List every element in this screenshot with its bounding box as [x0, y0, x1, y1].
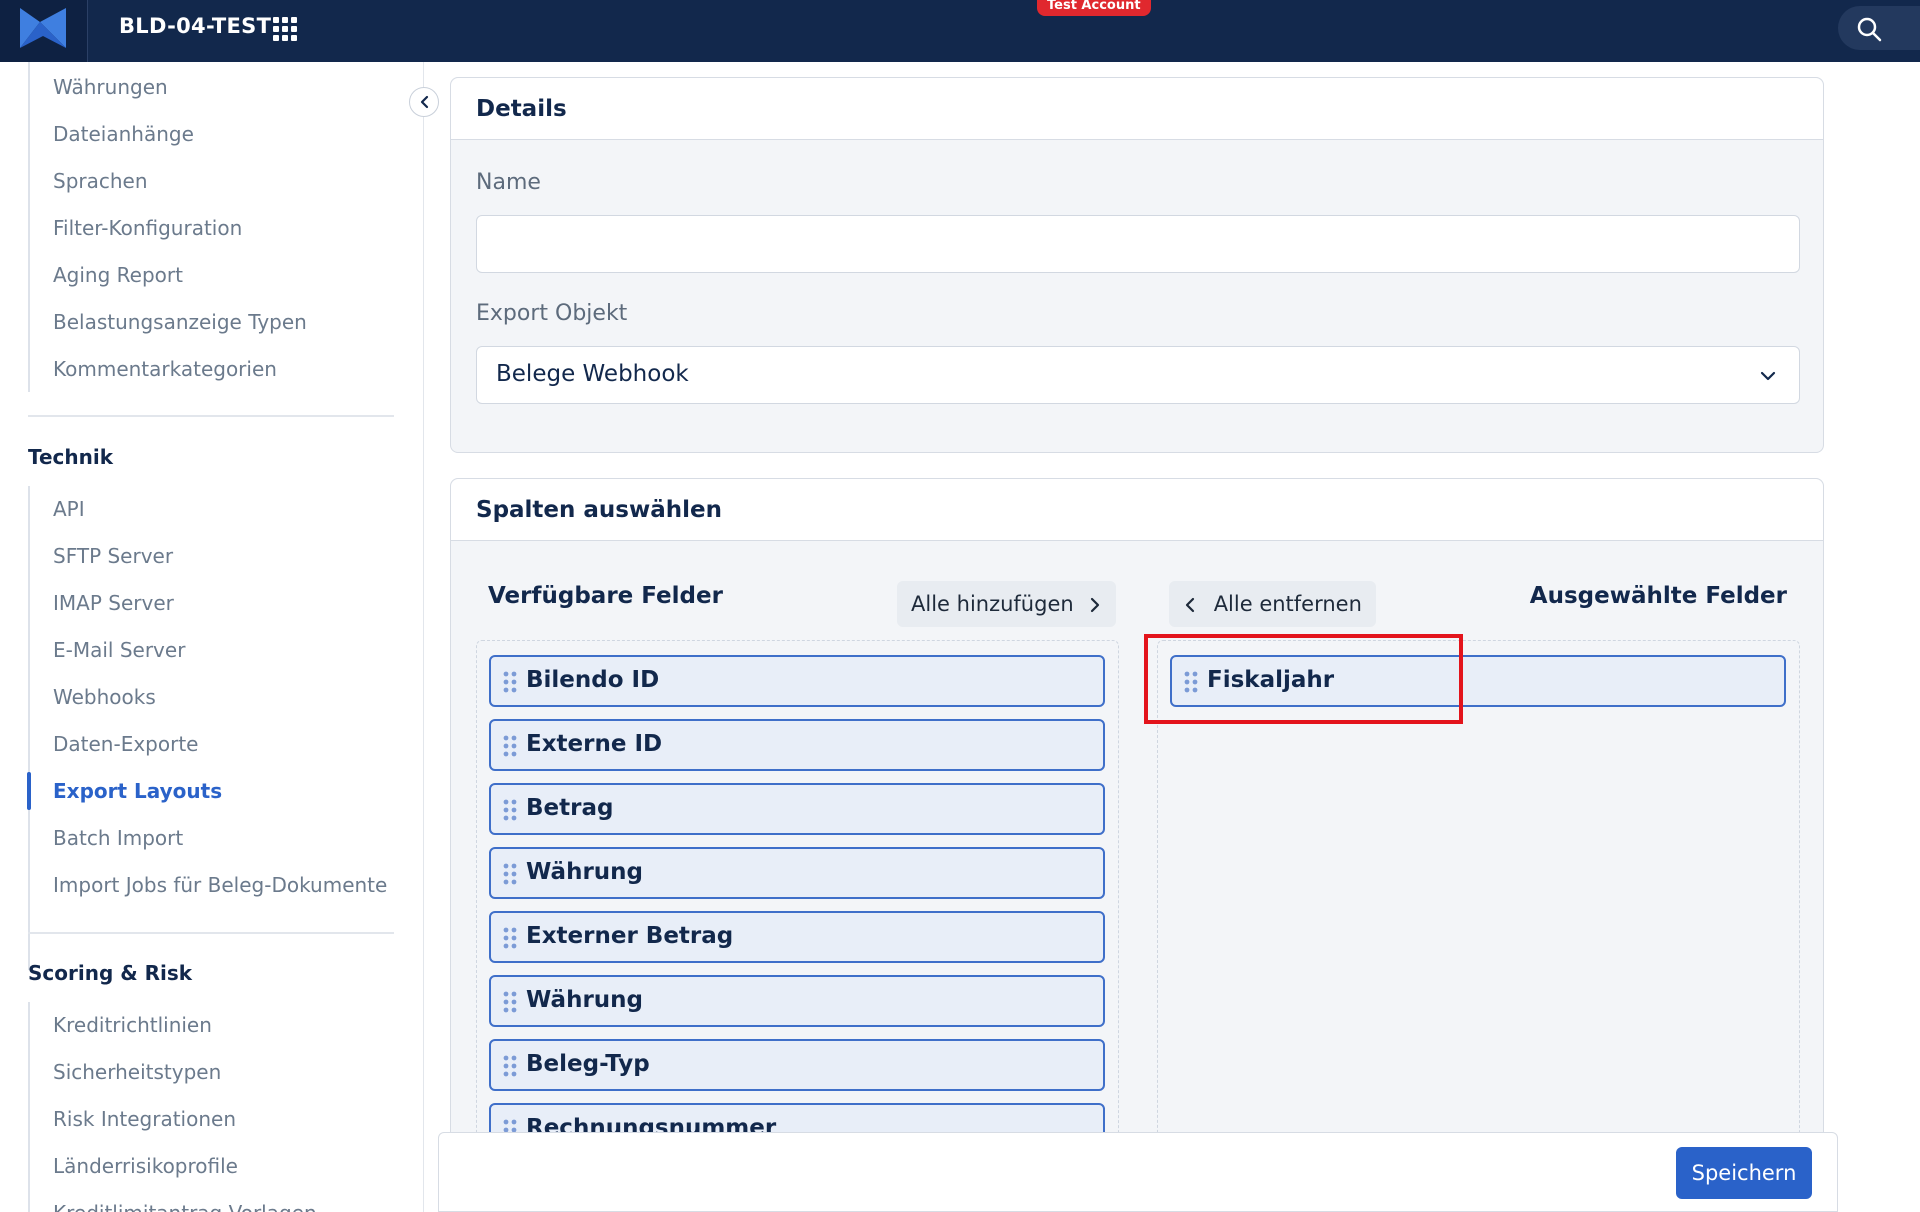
sidebar-item-email-server[interactable]: E-Mail Server: [53, 638, 185, 662]
sidebar-collapse-button[interactable]: [409, 87, 439, 117]
sidebar-rail: [28, 486, 30, 970]
selected-fields-title: Ausgewählte Felder: [1529, 583, 1787, 609]
available-field-chip[interactable]: Währung: [489, 847, 1105, 899]
sidebar-divider: [28, 932, 394, 934]
sidebar-item-kreditrichtlinien[interactable]: Kreditrichtlinien: [53, 1013, 212, 1037]
drag-handle-icon: [503, 991, 517, 1013]
name-label: Name: [476, 170, 541, 195]
grid-apps-icon[interactable]: [272, 16, 298, 42]
available-field-chip[interactable]: Externer Betrag: [489, 911, 1105, 963]
sidebar-item-sftp-server[interactable]: SFTP Server: [53, 544, 173, 568]
field-label: Bilendo ID: [526, 667, 660, 693]
sidebar-item-dateianhaenge[interactable]: Dateianhänge: [53, 122, 194, 146]
sidebar-item-filter-konfiguration[interactable]: Filter-Konfiguration: [53, 216, 242, 240]
test-account-badge: Test Account: [1037, 0, 1151, 16]
sidebar-item-aging-report[interactable]: Aging Report: [53, 263, 183, 287]
search-icon: [1857, 17, 1882, 42]
columns-panel: Spalten auswählen Verfügbare Felder Alle…: [450, 478, 1824, 1198]
sidebar-item-risk-integrationen[interactable]: Risk Integrationen: [53, 1107, 236, 1131]
sidebar-item-sicherheitstypen[interactable]: Sicherheitstypen: [53, 1060, 221, 1084]
chevron-down-icon: [1760, 371, 1776, 381]
sidebar-rail: [28, 62, 30, 392]
field-label: Währung: [526, 987, 643, 1013]
details-panel: Details Name Export Objekt Belege Webhoo…: [450, 77, 1824, 453]
sidebar-item-batch-import[interactable]: Batch Import: [53, 826, 183, 850]
remove-all-label: Alle entfernen: [1213, 592, 1362, 616]
sidebar-heading-technik: Technik: [28, 445, 114, 469]
sidebar-active-indicator: [27, 772, 31, 810]
remove-all-button[interactable]: Alle entfernen: [1169, 581, 1376, 627]
sidebar-heading-scoring-risk: Scoring & Risk: [28, 961, 193, 985]
sidebar-item-imap-server[interactable]: IMAP Server: [53, 591, 174, 615]
available-field-chip[interactable]: Externe ID: [489, 719, 1105, 771]
available-field-chip[interactable]: Währung: [489, 975, 1105, 1027]
add-all-label: Alle hinzufügen: [911, 592, 1074, 616]
sidebar-item-api[interactable]: API: [53, 497, 85, 521]
chevron-right-icon: [1091, 597, 1100, 613]
available-fields-list[interactable]: Bilendo ID Externe ID Betrag Währung Ext…: [476, 640, 1119, 1140]
field-label: Externer Betrag: [526, 923, 734, 949]
sidebar-item-daten-exporte[interactable]: Daten-Exporte: [53, 732, 198, 756]
details-title: Details: [451, 78, 1823, 140]
drag-handle-icon: [503, 863, 517, 885]
field-label: Externe ID: [526, 731, 663, 757]
field-label: Beleg-Typ: [526, 1051, 650, 1077]
sidebar-item-belastungsanzeige-typen[interactable]: Belastungsanzeige Typen: [53, 310, 307, 334]
available-field-chip[interactable]: Beleg-Typ: [489, 1039, 1105, 1091]
bilendo-logo-icon: [20, 8, 66, 48]
export-object-select[interactable]: Belege Webhook: [476, 346, 1800, 404]
chevron-left-icon: [420, 95, 429, 109]
sidebar-item-kreditlimitantrag-vorlagen[interactable]: Kreditlimitantrag Vorlagen: [53, 1201, 317, 1212]
sidebar-item-laenderrisikoprofile[interactable]: Länderrisikoprofile: [53, 1154, 238, 1178]
logo[interactable]: [0, 0, 88, 62]
field-label: Betrag: [526, 795, 614, 821]
drag-handle-icon: [503, 671, 517, 693]
available-field-chip[interactable]: Betrag: [489, 783, 1105, 835]
footer-bar: Speichern: [438, 1132, 1838, 1212]
export-object-value: Belege Webhook: [496, 361, 689, 387]
sidebar-item-webhooks[interactable]: Webhooks: [53, 685, 156, 709]
sidebar-divider: [28, 415, 394, 417]
name-input[interactable]: [476, 215, 1800, 273]
available-field-chip[interactable]: Bilendo ID: [489, 655, 1105, 707]
export-object-label: Export Objekt: [476, 301, 628, 326]
search-button[interactable]: [1838, 6, 1920, 50]
drag-handle-icon: [503, 735, 517, 757]
sidebar-item-waehrungen[interactable]: Währungen: [53, 75, 168, 99]
drag-handle-icon: [503, 927, 517, 949]
tenant-name[interactable]: BLD-04-TEST: [119, 14, 271, 38]
field-label: Währung: [526, 859, 643, 885]
sidebar: Währungen Dateianhänge Sprachen Filter-K…: [0, 62, 424, 1212]
available-fields-title: Verfügbare Felder: [488, 583, 723, 609]
highlight-box: [1144, 634, 1463, 724]
sidebar-item-kommentarkategorien[interactable]: Kommentarkategorien: [53, 357, 277, 381]
drag-handle-icon: [503, 799, 517, 821]
drag-handle-icon: [503, 1055, 517, 1077]
sidebar-item-export-layouts[interactable]: Export Layouts: [53, 779, 222, 803]
save-button[interactable]: Speichern: [1676, 1147, 1812, 1199]
add-all-button[interactable]: Alle hinzufügen: [897, 581, 1117, 627]
sidebar-rail: [28, 1002, 30, 1212]
sidebar-item-import-jobs[interactable]: Import Jobs für Beleg-Dokumente: [53, 873, 387, 897]
chevron-left-icon: [1185, 597, 1195, 613]
columns-title: Spalten auswählen: [451, 479, 1823, 541]
sidebar-item-sprachen[interactable]: Sprachen: [53, 169, 148, 193]
top-bar: BLD-04-TEST Test Account: [0, 0, 1920, 62]
